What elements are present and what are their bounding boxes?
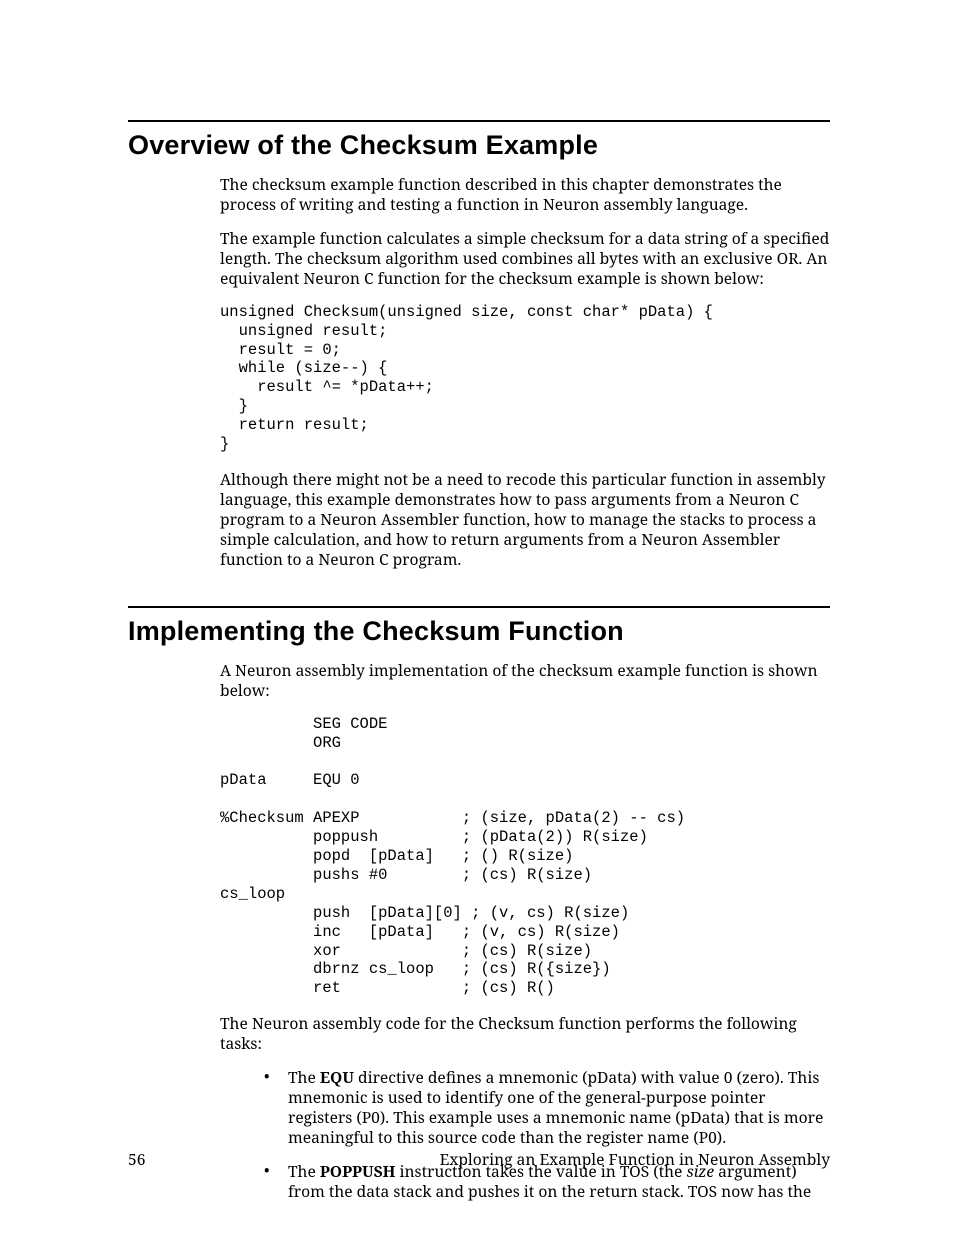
section-rule [128,606,830,608]
paragraph: The Neuron assembly code for the Checksu… [220,1014,832,1054]
code-block-c: unsigned Checksum(unsigned size, const c… [220,303,832,454]
body-block-1: The checksum example function described … [220,175,832,570]
paragraph: A Neuron assembly implementation of the … [220,661,832,701]
page-content: Overview of the Checksum Example The che… [128,120,830,1216]
bullet-list: The EQU directive defines a mnemonic (pD… [260,1068,832,1202]
section-rule [128,120,830,122]
text: The [288,1066,320,1088]
paragraph: The checksum example function described … [220,175,832,215]
text: directive defines a mnemonic (pData) wit… [288,1066,823,1148]
spacer [128,584,830,606]
page-number: 56 [128,1148,145,1170]
code-block-asm: SEG CODE ORG pData EQU 0 %Checksum APEXP… [220,715,832,999]
page-footer: 56 Exploring an Example Function in Neur… [128,1148,830,1170]
body-block-2: A Neuron assembly implementation of the … [220,661,832,1202]
paragraph: Although there might not be a need to re… [220,470,832,570]
section-heading-overview: Overview of the Checksum Example [128,130,830,161]
bold-text: EQU [320,1066,354,1088]
paragraph: The example function calculates a simple… [220,229,832,289]
chapter-title: Exploring an Example Function in Neuron … [440,1148,830,1170]
list-item: The EQU directive defines a mnemonic (pD… [260,1068,832,1148]
section-heading-implementing: Implementing the Checksum Function [128,616,830,647]
